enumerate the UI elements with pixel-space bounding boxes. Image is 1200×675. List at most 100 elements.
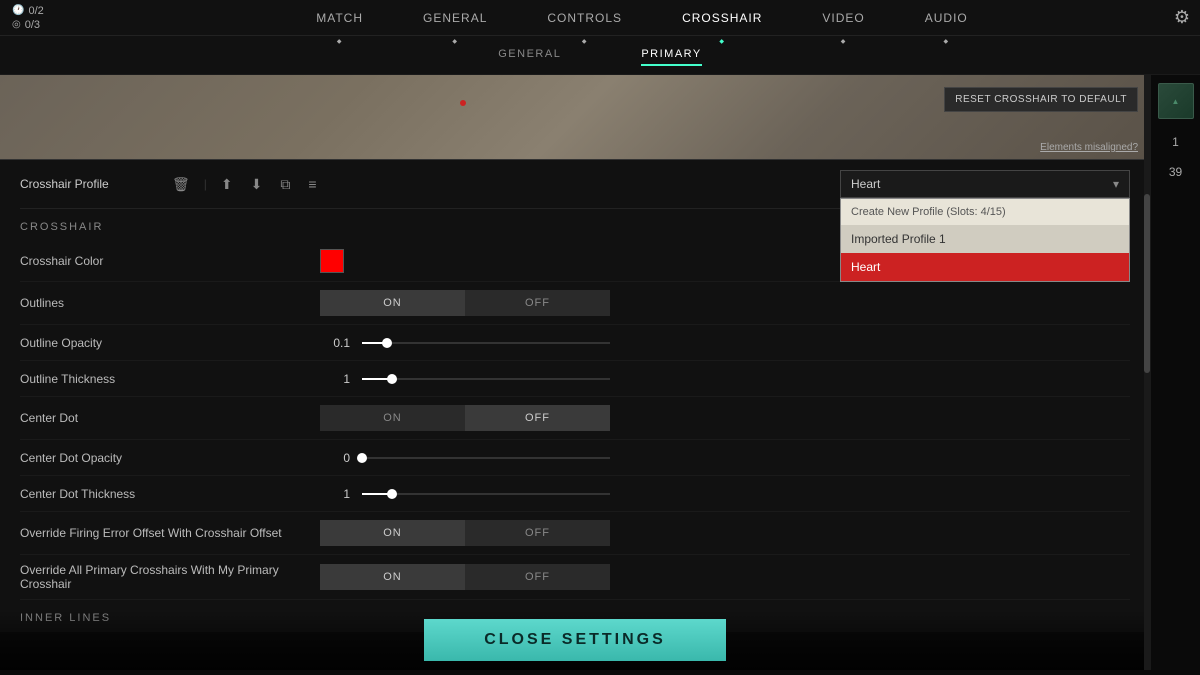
color-swatch[interactable] bbox=[320, 249, 344, 273]
profile-dropdown-select[interactable]: Heart ▾ bbox=[840, 170, 1130, 198]
tab-crosshair[interactable]: CROSSHAIR bbox=[682, 3, 762, 33]
settings-area: Crosshair Profile 🗑 | ⬆ ⬇ ⧉ ≡ Heart ▾ Cr… bbox=[0, 160, 1150, 632]
center-dot-on-button[interactable]: On bbox=[320, 405, 465, 431]
override-firing-on-button[interactable]: On bbox=[320, 520, 465, 546]
profile-label: Crosshair Profile bbox=[20, 177, 160, 191]
dropdown-item-imported[interactable]: Imported Profile 1 bbox=[841, 225, 1129, 253]
setting-row-center-dot: Center Dot On Off bbox=[20, 397, 1130, 440]
avatar[interactable]: ▲ bbox=[1158, 83, 1194, 119]
override-firing-label: Override Firing Error Offset With Crossh… bbox=[20, 526, 320, 540]
score-stat: 0/3 bbox=[12, 19, 108, 31]
preview-area: RESET CROSSHAIR TO DEFAULT Elements misa… bbox=[0, 75, 1150, 160]
outline-opacity-label: Outline Opacity bbox=[20, 336, 320, 350]
override-all-toggle: On Off bbox=[320, 564, 610, 590]
slider-track-cd-thickness[interactable] bbox=[362, 493, 610, 495]
slider-thumb-cd-thickness[interactable] bbox=[387, 489, 397, 499]
center-dot-off-button[interactable]: Off bbox=[465, 405, 610, 431]
outlines-off-button[interactable]: Off bbox=[465, 290, 610, 316]
close-settings-button[interactable]: CLOSE SETTINGS bbox=[424, 619, 726, 661]
outline-thickness-control: 1 bbox=[320, 372, 1130, 386]
right-panel-num-2[interactable]: 39 bbox=[1169, 165, 1182, 179]
outline-thickness-value: 1 bbox=[320, 372, 350, 386]
override-all-label: Override All Primary Crosshairs With My … bbox=[20, 563, 320, 591]
outlines-on-button[interactable]: On bbox=[320, 290, 465, 316]
right-panel: ▲ 1 39 bbox=[1150, 75, 1200, 670]
reset-crosshair-button[interactable]: RESET CROSSHAIR TO DEFAULT bbox=[944, 87, 1138, 112]
outline-thickness-label: Outline Thickness bbox=[20, 372, 320, 386]
center-dot-opacity-control: 0 bbox=[320, 451, 1130, 465]
import-profile-button[interactable]: ≡ bbox=[304, 174, 320, 194]
kills-stat: 0/2 bbox=[12, 5, 108, 17]
target-icon bbox=[12, 19, 21, 30]
main-area: RESET CROSSHAIR TO DEFAULT Elements misa… bbox=[0, 75, 1200, 670]
profile-icons: 🗑 | ⬆ ⬇ ⧉ ≡ bbox=[168, 174, 321, 195]
outline-opacity-slider[interactable]: 0.1 bbox=[320, 336, 610, 350]
outlines-toggle: On Off bbox=[320, 290, 610, 316]
center-dot-thickness-label: Center Dot Thickness bbox=[20, 487, 320, 501]
gear-icon[interactable]: ⚙ bbox=[1164, 0, 1200, 36]
setting-row-outline-thickness: Outline Thickness 1 bbox=[20, 361, 1130, 397]
content-wrapper: RESET CROSSHAIR TO DEFAULT Elements misa… bbox=[0, 75, 1150, 670]
tab-controls[interactable]: CONTROLS bbox=[547, 3, 622, 33]
tab-crosshair-general[interactable]: GENERAL bbox=[498, 48, 561, 66]
center-dot-label: Center Dot bbox=[20, 411, 320, 425]
color-label: Crosshair Color bbox=[20, 254, 320, 268]
slider-track-thickness[interactable] bbox=[362, 378, 610, 380]
setting-row-outline-opacity: Outline Opacity 0.1 bbox=[20, 325, 1130, 361]
center-dot-thickness-control: 1 bbox=[320, 487, 1130, 501]
setting-row-center-dot-thickness: Center Dot Thickness 1 bbox=[20, 476, 1130, 512]
outline-opacity-control: 0.1 bbox=[320, 336, 1130, 350]
override-firing-toggle: On Off bbox=[320, 520, 610, 546]
misaligned-link[interactable]: Elements misaligned? bbox=[1040, 142, 1138, 153]
outlines-control: On Off bbox=[320, 290, 1130, 316]
slider-thumb[interactable] bbox=[382, 338, 392, 348]
scroll-thumb[interactable] bbox=[1144, 194, 1150, 373]
setting-row-override-firing: Override Firing Error Offset With Crossh… bbox=[20, 512, 1130, 555]
outline-thickness-slider[interactable]: 1 bbox=[320, 372, 610, 386]
tab-audio[interactable]: AUDIO bbox=[925, 3, 968, 33]
override-firing-off-button[interactable]: Off bbox=[465, 520, 610, 546]
outline-opacity-value: 0.1 bbox=[320, 336, 350, 350]
tab-match[interactable]: MATCH bbox=[316, 3, 363, 33]
outlines-label: Outlines bbox=[20, 296, 320, 310]
tab-crosshair-primary[interactable]: PRIMARY bbox=[641, 48, 701, 66]
slider-track[interactable] bbox=[362, 342, 610, 344]
stats-panel: 0/2 0/3 bbox=[0, 5, 120, 31]
download-profile-button[interactable]: ⬇ bbox=[247, 174, 267, 195]
profile-dropdown-menu: Create New Profile (Slots: 4/15) Importe… bbox=[840, 198, 1130, 282]
override-firing-control: On Off bbox=[320, 520, 1130, 546]
slider-thumb-cd-opacity[interactable] bbox=[357, 453, 367, 463]
right-panel-num-1[interactable]: 1 bbox=[1172, 135, 1179, 149]
override-all-control: On Off bbox=[320, 564, 1130, 590]
tab-video[interactable]: VIDEO bbox=[822, 3, 864, 33]
slider-track-cd-opacity[interactable] bbox=[362, 457, 610, 459]
dropdown-item-create[interactable]: Create New Profile (Slots: 4/15) bbox=[841, 199, 1129, 225]
center-dot-opacity-slider[interactable]: 0 bbox=[320, 451, 610, 465]
slider-thumb-thickness[interactable] bbox=[387, 374, 397, 384]
chevron-down-icon: ▾ bbox=[1113, 177, 1119, 191]
setting-row-center-dot-opacity: Center Dot Opacity 0 bbox=[20, 440, 1130, 476]
center-dot-opacity-label: Center Dot Opacity bbox=[20, 451, 320, 465]
override-all-off-button[interactable]: Off bbox=[465, 564, 610, 590]
clock-icon bbox=[12, 5, 24, 16]
scroll-track[interactable] bbox=[1144, 75, 1150, 670]
center-dot-thickness-slider[interactable]: 1 bbox=[320, 487, 610, 501]
tab-general[interactable]: GENERAL bbox=[423, 3, 487, 33]
profile-dropdown[interactable]: Heart ▾ Create New Profile (Slots: 4/15)… bbox=[840, 170, 1130, 198]
upload-profile-button[interactable]: ⬆ bbox=[217, 174, 237, 195]
setting-row-outlines: Outlines On Off bbox=[20, 282, 1130, 325]
top-nav: 0/2 0/3 MATCH GENERAL CONTROLS CROSSHAIR… bbox=[0, 0, 1200, 36]
nav-tabs: MATCH GENERAL CONTROLS CROSSHAIR VIDEO A… bbox=[120, 3, 1164, 33]
copy-profile-button[interactable]: ⧉ bbox=[276, 174, 294, 195]
center-dot-toggle: On Off bbox=[320, 405, 610, 431]
override-all-on-button[interactable]: On bbox=[320, 564, 465, 590]
center-dot-opacity-value: 0 bbox=[320, 451, 350, 465]
dropdown-item-heart[interactable]: Heart bbox=[841, 253, 1129, 281]
setting-row-override-all: Override All Primary Crosshairs With My … bbox=[20, 555, 1130, 600]
delete-profile-button[interactable]: 🗑 bbox=[168, 174, 194, 195]
center-dot-control: On Off bbox=[320, 405, 1130, 431]
profile-row: Crosshair Profile 🗑 | ⬆ ⬇ ⧉ ≡ Heart ▾ Cr… bbox=[20, 160, 1130, 209]
secondary-nav: GENERAL PRIMARY bbox=[0, 36, 1200, 75]
close-settings-bar: CLOSE SETTINGS bbox=[0, 610, 1150, 670]
center-dot-thickness-value: 1 bbox=[320, 487, 350, 501]
